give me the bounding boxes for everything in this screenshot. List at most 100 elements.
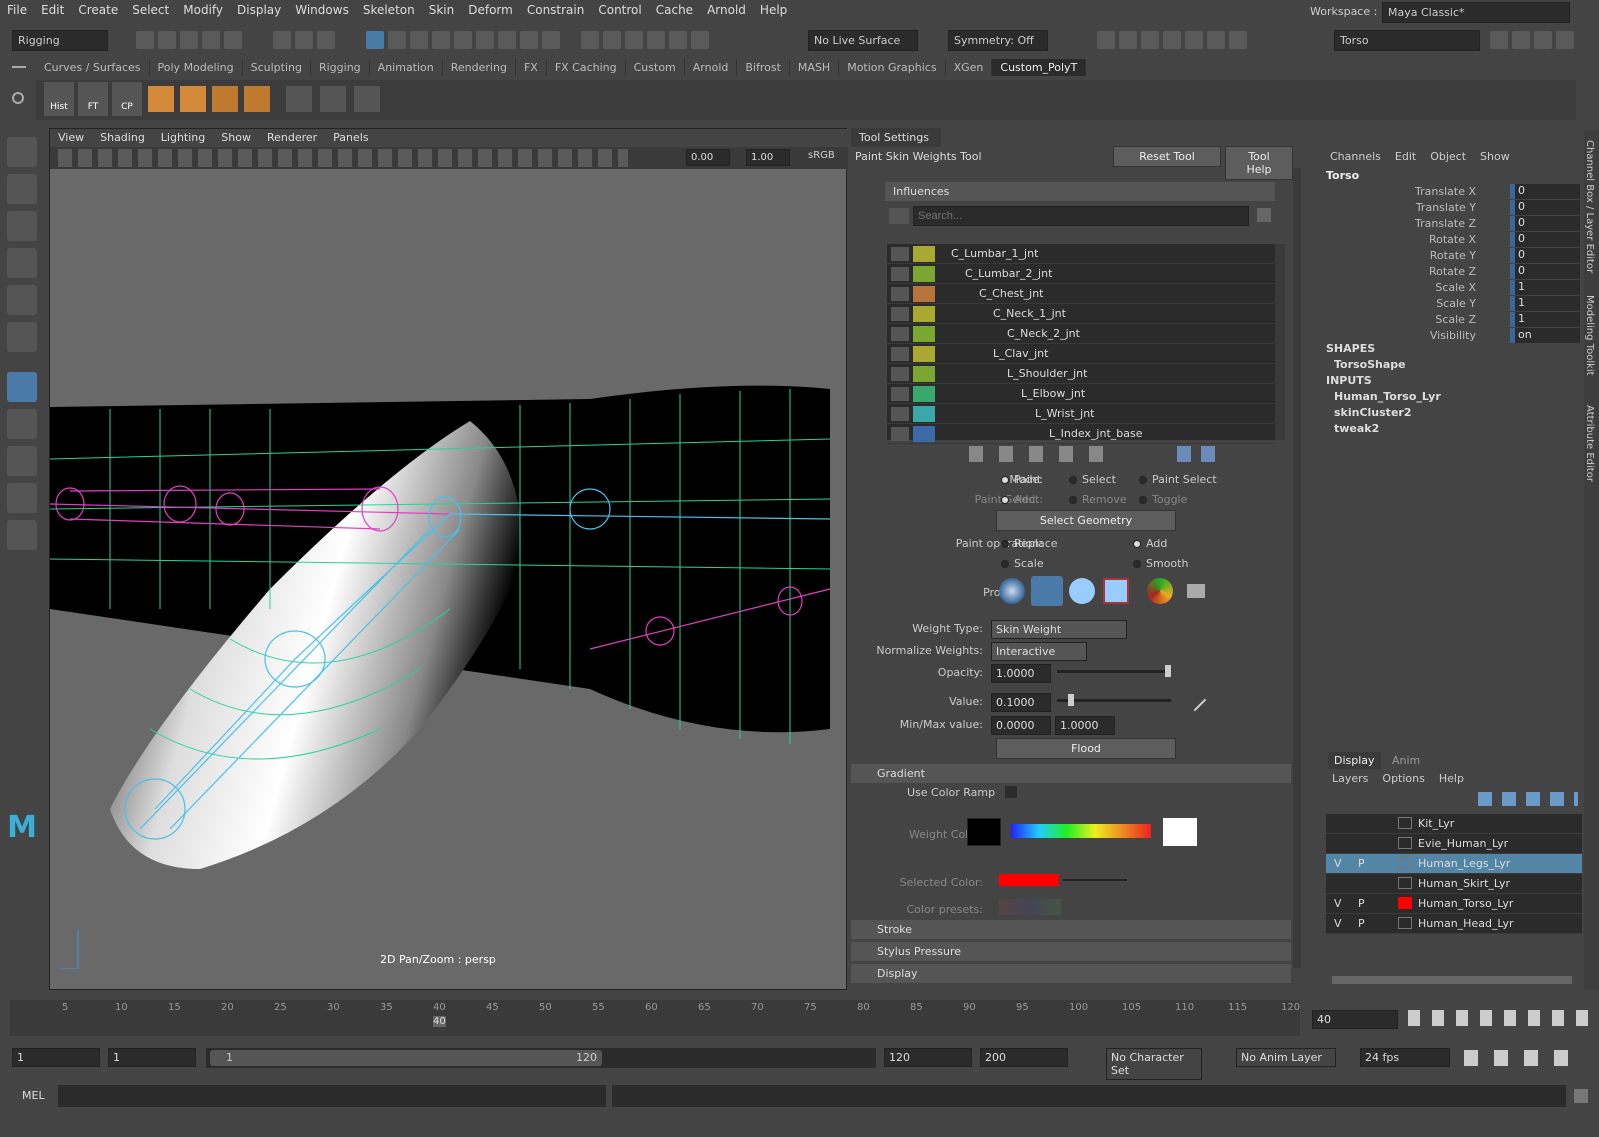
layer-row[interactable]: Evie_Human_Lyr xyxy=(1326,834,1582,854)
current-frame-field[interactable]: 40 xyxy=(1312,1010,1398,1029)
lock-icon[interactable] xyxy=(891,327,909,341)
profile-gaussian-icon[interactable] xyxy=(999,578,1025,604)
channel-value[interactable]: 1 xyxy=(1510,296,1580,311)
channel-value[interactable]: 1 xyxy=(1510,280,1580,295)
tool-help-button[interactable]: Tool Help xyxy=(1225,146,1293,180)
tool-settings-icon[interactable] xyxy=(1534,31,1552,49)
snap-edge-icon[interactable] xyxy=(476,31,494,49)
channel-row[interactable]: Translate X 0 xyxy=(1322,184,1584,200)
shelf-tab-8[interactable]: Custom xyxy=(626,59,685,76)
channel-row[interactable]: Rotate Y 0 xyxy=(1322,248,1584,264)
anim-layer-select[interactable]: No Anim Layer xyxy=(1236,1048,1336,1067)
lock-icon[interactable] xyxy=(891,407,909,421)
influence-color-swatch[interactable] xyxy=(913,266,935,282)
channel-row[interactable]: Scale Y 1 xyxy=(1322,296,1584,312)
select-hierarchy-icon[interactable] xyxy=(273,31,291,49)
layer-tab-display[interactable]: Display xyxy=(1328,752,1381,769)
ipr-icon[interactable] xyxy=(1141,31,1159,49)
channel-menu-object[interactable]: Object xyxy=(1430,150,1466,163)
layer-row[interactable]: Human_Skirt_Lyr xyxy=(1326,874,1582,894)
lock-icon[interactable] xyxy=(891,287,909,301)
mode-select[interactable]: Rigging xyxy=(12,30,108,51)
flood-button[interactable]: Flood xyxy=(996,738,1176,759)
viewport-menu-show[interactable]: Show xyxy=(213,129,259,146)
layer-playback-toggle[interactable]: P xyxy=(1358,917,1365,930)
select-geometry-button[interactable]: Select Geometry xyxy=(996,510,1176,531)
shelf-tab-0[interactable]: Curves / Surfaces xyxy=(36,59,150,76)
influence-row[interactable]: C_Neck_1_jnt xyxy=(887,304,1275,324)
gamma-field[interactable]: 1.00 xyxy=(746,149,790,166)
layer-scrollbar[interactable] xyxy=(1332,976,1572,984)
influence-color-swatch[interactable] xyxy=(913,406,935,422)
select-object-icon[interactable] xyxy=(295,31,313,49)
tab-modeling-toolkit[interactable]: Modeling Toolkit xyxy=(1584,295,1595,376)
lock-icon[interactable] xyxy=(891,387,909,401)
influence-row[interactable]: C_Lumbar_2_jnt xyxy=(887,264,1275,284)
hypershade-icon[interactable] xyxy=(1185,31,1203,49)
lock-icon[interactable] xyxy=(891,427,909,441)
channel-value[interactable]: 0 xyxy=(1510,264,1580,279)
live-surface-field[interactable]: No Live Surface xyxy=(808,30,918,51)
shelf-tab-10[interactable]: Bifrost xyxy=(737,59,790,76)
channel-value[interactable]: 0 xyxy=(1510,248,1580,263)
color-presets[interactable] xyxy=(999,899,1061,915)
shelf-tab-5[interactable]: Rendering xyxy=(443,59,516,76)
channel-value[interactable]: 0 xyxy=(1510,216,1580,231)
menu-windows[interactable]: Windows xyxy=(288,0,356,20)
exposure-field[interactable]: 0.00 xyxy=(686,149,730,166)
profile-soft-icon[interactable] xyxy=(1031,576,1063,606)
influence-tools-icons[interactable] xyxy=(969,446,1119,462)
shelf-tab-3[interactable]: Rigging xyxy=(311,59,370,76)
layer-row[interactable]: V P Human_Legs_Lyr xyxy=(1326,854,1582,874)
hist-button[interactable]: Hist xyxy=(44,82,74,116)
playback-start-field[interactable]: 1 xyxy=(108,1048,196,1067)
menu-arnold[interactable]: Arnold xyxy=(700,0,753,20)
influence-color-swatch[interactable] xyxy=(913,346,935,362)
workspace-select[interactable]: Maya Classic* xyxy=(1382,2,1570,23)
layer-playback-toggle[interactable]: P xyxy=(1358,897,1365,910)
stroke-section[interactable]: Stroke xyxy=(851,920,1291,939)
fps-select[interactable]: 24 fps xyxy=(1360,1048,1450,1067)
channel-row[interactable]: Rotate Z 0 xyxy=(1322,264,1584,280)
stylus-pressure-section[interactable]: Stylus Pressure xyxy=(851,942,1291,961)
render-frame-icon[interactable] xyxy=(1097,31,1115,49)
viewport-menu-renderer[interactable]: Renderer xyxy=(259,129,325,146)
selected-color-slider[interactable] xyxy=(1063,879,1127,881)
layer-menu-help[interactable]: Help xyxy=(1439,772,1464,785)
input-3[interactable]: tweak2 xyxy=(1334,422,1379,435)
menu-modify[interactable]: Modify xyxy=(176,0,230,20)
influence-color-swatch[interactable] xyxy=(913,306,935,322)
channel-value[interactable]: on xyxy=(1510,328,1580,343)
weight-color-ramp[interactable] xyxy=(1011,824,1151,838)
channel-menu-edit[interactable]: Edit xyxy=(1395,150,1416,163)
lock-icon[interactable] xyxy=(891,347,909,361)
paint-op-scale[interactable]: Scale xyxy=(1001,557,1044,570)
menu-skeleton[interactable]: Skeleton xyxy=(356,0,422,20)
select-tool-icon[interactable] xyxy=(542,31,560,49)
profile-solid-icon[interactable] xyxy=(1069,578,1095,604)
layer-visibility-toggle[interactable]: V xyxy=(1334,857,1342,870)
modeling-toolkit-icon[interactable] xyxy=(1490,31,1508,49)
influence-row[interactable]: L_Clav_jnt xyxy=(887,344,1275,364)
symmetry-select[interactable]: Symmetry: Off xyxy=(948,30,1048,51)
end-time-field[interactable]: 200 xyxy=(980,1048,1068,1067)
channel-row[interactable]: Translate Y 0 xyxy=(1322,200,1584,216)
max-value-field[interactable]: 1.0000 xyxy=(1055,716,1115,735)
tools-icon[interactable] xyxy=(1207,31,1225,49)
viewport-menu-view[interactable]: View xyxy=(50,129,92,146)
menu-edit[interactable]: Edit xyxy=(34,0,71,20)
channel-row[interactable]: Scale X 1 xyxy=(1322,280,1584,296)
shelf-tab-12[interactable]: Motion Graphics xyxy=(839,59,946,76)
shelf-tab-11[interactable]: MASH xyxy=(790,59,840,76)
influence-row[interactable]: L_Shoulder_jnt xyxy=(887,364,1275,384)
single-view-icon[interactable] xyxy=(7,409,37,439)
layer-color-swatch[interactable] xyxy=(1398,917,1412,929)
display-section[interactable]: Display xyxy=(851,964,1291,983)
pin-icon[interactable] xyxy=(1257,208,1271,222)
weight-color-min-swatch[interactable] xyxy=(967,818,1001,846)
undo-icon[interactable] xyxy=(202,31,220,49)
command-input[interactable] xyxy=(58,1085,606,1107)
normalize-select[interactable]: Interactive xyxy=(991,642,1087,661)
colorspace-label[interactable]: sRGB xyxy=(808,150,835,161)
viewport-menu-shading[interactable]: Shading xyxy=(92,129,153,146)
